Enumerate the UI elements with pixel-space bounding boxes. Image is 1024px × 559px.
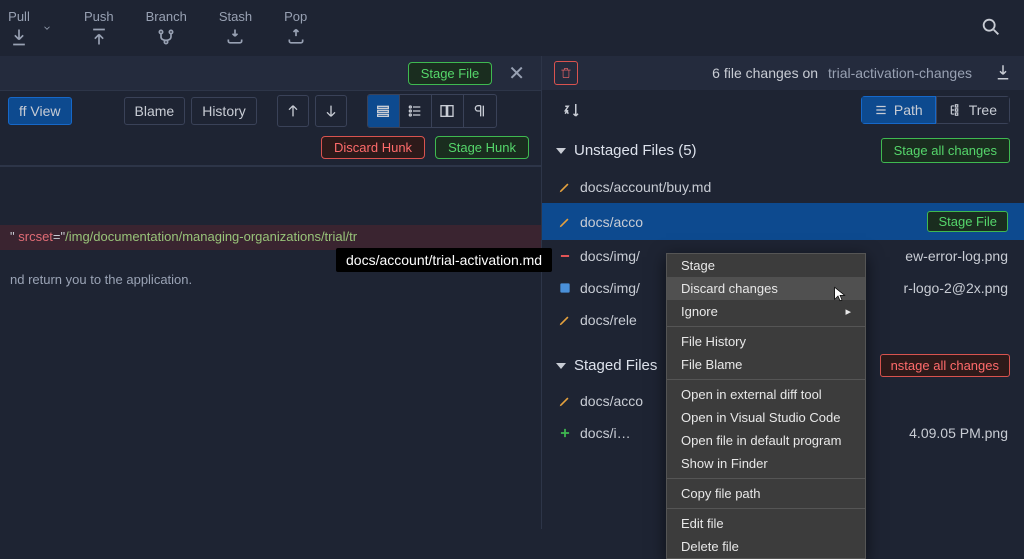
pull-caret-icon[interactable] xyxy=(42,20,52,36)
hunk-actions: Discard Hunk Stage Hunk xyxy=(0,130,541,167)
path-toggle[interactable]: Path xyxy=(861,96,936,124)
file-suffix: ew-error-log.png xyxy=(905,248,1008,264)
ctx-separator xyxy=(667,326,865,327)
changes-header: 6 file changes on trial-activation-chang… xyxy=(542,56,1024,90)
history-tab[interactable]: History xyxy=(191,97,257,125)
ctx-separator xyxy=(667,508,865,509)
pull-button[interactable]: Pull xyxy=(8,9,30,48)
chevron-down-icon xyxy=(556,363,566,369)
view-list-icon[interactable] xyxy=(400,95,432,127)
stash-button[interactable]: Stash xyxy=(219,9,252,48)
blame-tab[interactable]: Blame xyxy=(124,97,186,125)
file-path-tooltip: docs/account/trial-activation.md xyxy=(336,248,552,272)
diff-view-tab[interactable]: ff View xyxy=(8,97,72,125)
unstaged-label: Unstaged Files (5) xyxy=(574,142,873,159)
file-name: docs/acco xyxy=(580,214,919,230)
chevron-down-icon xyxy=(556,148,566,154)
unstage-all-button[interactable]: nstage all changes xyxy=(880,354,1010,377)
ctx-copy-path[interactable]: Copy file path xyxy=(667,482,865,505)
file-name: docs/account/buy.md xyxy=(580,179,1008,195)
unstaged-section-header[interactable]: Unstaged Files (5) Stage all changes xyxy=(542,130,1024,171)
stage-all-button[interactable]: Stage all changes xyxy=(881,138,1010,163)
view-pilcrow-icon[interactable] xyxy=(464,95,496,127)
pull-icon xyxy=(8,26,30,48)
file-suffix: r-logo-2@2x.png xyxy=(904,280,1009,296)
discard-hunk-button[interactable]: Discard Hunk xyxy=(321,136,425,159)
diff-subbar: Stage File ✕ xyxy=(0,56,541,90)
ctx-open-diff[interactable]: Open in external diff tool xyxy=(667,383,865,406)
stash-icon xyxy=(224,26,246,48)
tree-toggle[interactable]: Tree xyxy=(936,96,1010,124)
diff-panel: Stage File ✕ ff View Blame History Disca… xyxy=(0,56,541,529)
download-icon[interactable] xyxy=(994,63,1012,84)
added-icon xyxy=(558,426,572,440)
modified-icon xyxy=(558,313,572,327)
pop-icon xyxy=(285,26,307,48)
modified-icon xyxy=(558,180,572,194)
pull-label: Pull xyxy=(8,9,30,24)
renamed-icon xyxy=(558,281,572,295)
close-icon[interactable]: ✕ xyxy=(504,61,529,86)
diff-tabbar: ff View Blame History xyxy=(0,90,541,130)
ctx-file-history[interactable]: File History xyxy=(667,330,865,353)
sort-row: Path Tree xyxy=(542,90,1024,130)
file-row[interactable]: docs/account/buy.md xyxy=(542,171,1024,203)
modified-icon xyxy=(558,394,572,408)
cursor-icon xyxy=(832,286,848,302)
changes-count-label: 6 file changes on xyxy=(712,65,818,81)
branch-icon xyxy=(155,26,177,48)
view-mode-group xyxy=(367,94,497,128)
ctx-edit-file[interactable]: Edit file xyxy=(667,512,865,535)
file-row[interactable]: docs/acco Stage File xyxy=(542,203,1024,240)
ctx-show-finder[interactable]: Show in Finder xyxy=(667,452,865,475)
main-toolbar: Pull Push Branch Stash Pop xyxy=(0,0,1024,56)
ctx-open-vscode[interactable]: Open in Visual Studio Code xyxy=(667,406,865,429)
ctx-separator xyxy=(667,478,865,479)
discard-all-icon[interactable] xyxy=(554,61,578,85)
arrow-up-icon[interactable] xyxy=(277,95,309,127)
branch-button[interactable]: Branch xyxy=(146,9,187,48)
branch-name: trial-activation-changes xyxy=(828,65,972,81)
modified-icon xyxy=(558,215,572,229)
ctx-file-blame[interactable]: File Blame xyxy=(667,353,865,376)
ctx-separator xyxy=(667,379,865,380)
stage-file-button[interactable]: Stage File xyxy=(408,62,493,85)
pop-label: Pop xyxy=(284,9,307,24)
view-inline-icon[interactable] xyxy=(368,95,400,127)
ctx-stage[interactable]: Stage xyxy=(667,254,865,277)
view-split-icon[interactable] xyxy=(432,95,464,127)
stage-hunk-button[interactable]: Stage Hunk xyxy=(435,136,529,159)
branch-label: Branch xyxy=(146,9,187,24)
stash-label: Stash xyxy=(219,9,252,24)
sort-alpha-icon[interactable] xyxy=(556,94,588,126)
pop-button[interactable]: Pop xyxy=(284,9,307,48)
ctx-open-default[interactable]: Open file in default program xyxy=(667,429,865,452)
arrow-down-icon[interactable] xyxy=(315,95,347,127)
search-icon[interactable] xyxy=(980,16,1016,41)
ctx-ignore[interactable]: Ignore xyxy=(667,300,865,323)
push-label: Push xyxy=(84,9,114,24)
diff-removed-line: " srcset="/img/documentation/managing-or… xyxy=(0,225,541,250)
ctx-delete-file[interactable]: Delete file xyxy=(667,535,865,558)
deleted-icon xyxy=(558,249,572,263)
path-tree-toggle: Path Tree xyxy=(861,96,1010,124)
push-icon xyxy=(88,26,110,48)
push-button[interactable]: Push xyxy=(84,9,114,48)
stage-file-row-button[interactable]: Stage File xyxy=(927,211,1008,232)
file-suffix: 4.09.05 PM.png xyxy=(909,425,1008,441)
